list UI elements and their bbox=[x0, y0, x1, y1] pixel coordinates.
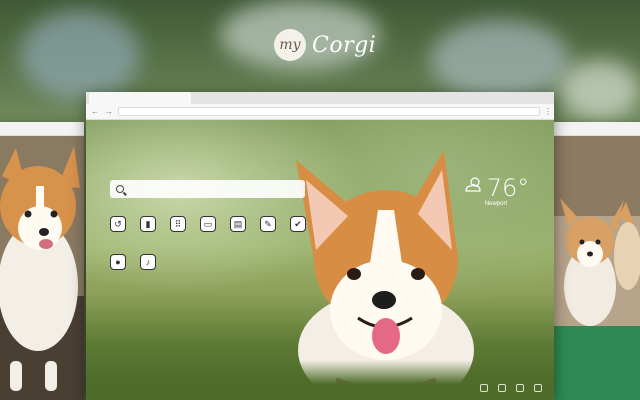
grass-foreground bbox=[86, 360, 554, 400]
apps-grid-icon[interactable]: ⠿ bbox=[170, 216, 186, 232]
corgi-photo-left bbox=[0, 136, 84, 400]
back-arrow-icon[interactable]: ← bbox=[90, 104, 100, 120]
background-bokeh bbox=[430, 20, 570, 100]
search-icon bbox=[116, 185, 124, 193]
app-shortcuts: ↺ ▮ ⠿ ▭ ▤ ✎ ✔ ● ♪ bbox=[110, 216, 320, 270]
preview-card-right bbox=[554, 122, 640, 400]
corgi-photo-right bbox=[554, 136, 640, 400]
browser-window: ← → ⋮ ↺ ▮ ⠿ ▭ ▤ ✎ ✔ ● ♪ 76° Newport bbox=[86, 92, 554, 400]
chat-icon[interactable]: ● bbox=[110, 254, 126, 270]
menu-icon[interactable]: ⋮ bbox=[544, 107, 552, 116]
search-input[interactable] bbox=[130, 184, 300, 194]
partly-cloudy-icon bbox=[463, 176, 483, 199]
search-box[interactable] bbox=[110, 180, 305, 198]
footer-icons bbox=[480, 384, 542, 392]
info-icon[interactable] bbox=[498, 384, 506, 392]
music-icon[interactable]: ♪ bbox=[140, 254, 156, 270]
temperature: 76° bbox=[486, 174, 530, 202]
games-icon[interactable]: ▭ bbox=[200, 216, 216, 232]
bookmark-icon[interactable]: ▮ bbox=[140, 216, 156, 232]
preview-card-left bbox=[0, 122, 84, 400]
store-icon[interactable]: ▤ bbox=[230, 216, 246, 232]
new-tab-page: ↺ ▮ ⠿ ▭ ▤ ✎ ✔ ● ♪ 76° Newport bbox=[86, 120, 554, 400]
forward-arrow-icon[interactable]: → bbox=[104, 104, 114, 120]
settings-icon[interactable] bbox=[480, 384, 488, 392]
background-bokeh bbox=[560, 60, 640, 120]
weather-widget[interactable]: 76° Newport bbox=[460, 176, 532, 207]
browser-tab[interactable] bbox=[89, 92, 191, 104]
edit-icon[interactable]: ✎ bbox=[260, 216, 276, 232]
logo-badge: my bbox=[274, 29, 306, 61]
logo-text: Corgi bbox=[312, 32, 377, 58]
history-icon[interactable]: ↺ bbox=[110, 216, 126, 232]
tab-strip bbox=[86, 92, 554, 104]
photo-icon[interactable] bbox=[516, 384, 524, 392]
app-logo: my Corgi bbox=[274, 28, 376, 62]
share-icon[interactable] bbox=[534, 384, 542, 392]
browser-toolbar: ← → ⋮ bbox=[86, 104, 554, 120]
check-icon[interactable]: ✔ bbox=[290, 216, 306, 232]
address-bar[interactable] bbox=[118, 107, 540, 116]
background-bokeh bbox=[20, 10, 140, 100]
